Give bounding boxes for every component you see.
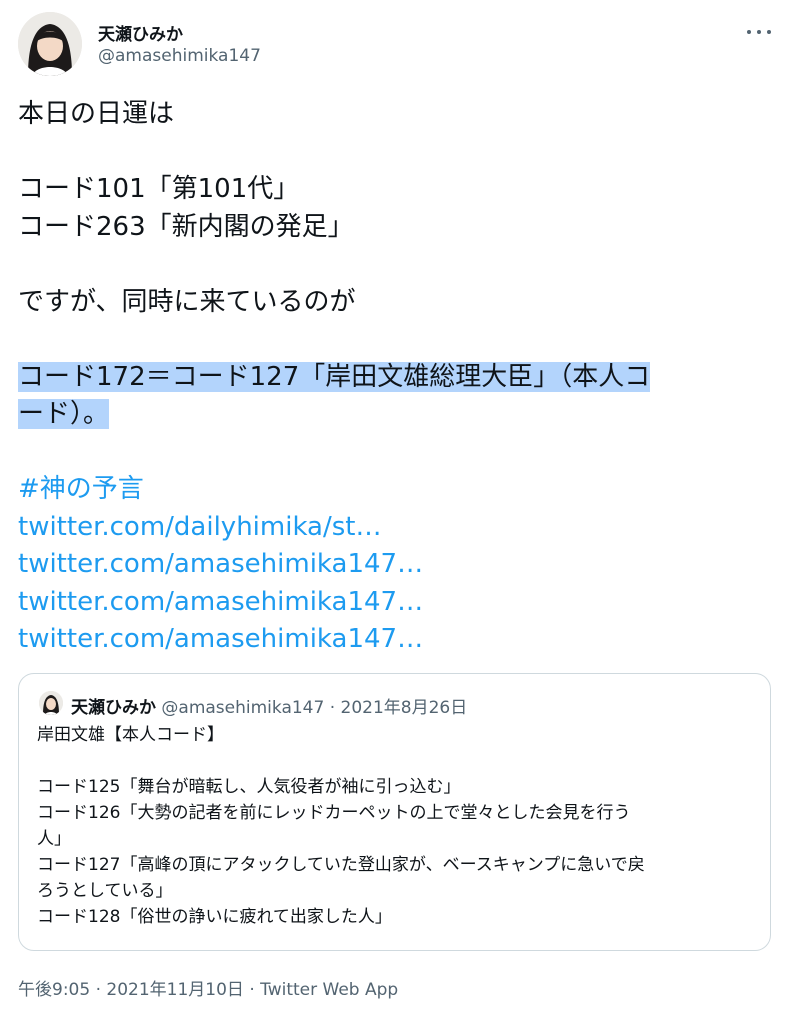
tweet-line: ですが、同時に来ているのが — [18, 286, 356, 317]
hashtag-link[interactable]: #神の予言 — [18, 474, 144, 504]
tweet-header: 天瀬ひみか @amasehimika147 — [18, 12, 776, 78]
tweet-line: 本日の日運は — [18, 99, 175, 129]
highlighted-text: コード172＝コード127「岸田文雄総理大臣」（本人コ — [18, 361, 651, 392]
quoted-tweet-card[interactable]: 天瀬ひみか @amasehimika147 · 2021年8月26日 岸田文雄【… — [18, 673, 771, 951]
author-avatar[interactable] — [18, 12, 82, 76]
tweet-link[interactable]: twitter.com/amasehimika147… — [18, 549, 423, 579]
tweet-footer: 午後9:05 · 2021年11月10日 · Twitter Web App — [18, 975, 398, 1000]
quote-author-name[interactable]: 天瀬ひみか — [71, 698, 156, 718]
quote-text: 岸田文雄【本人コード】 コード125「舞台が暗転し、人気役者が袖に引っ込む」 コ… — [37, 722, 757, 930]
tweet-link[interactable]: twitter.com/dailyhimika/st… — [18, 512, 381, 542]
tweet-text: 本日の日運は コード101「第101代」 コード263「新内閣の発足」 ですが、… — [18, 96, 778, 659]
quote-line: ろうとしている」 — [37, 881, 173, 901]
tweet-line: コード101「第101代」 — [18, 174, 300, 204]
author-name[interactable]: 天瀬ひみか — [98, 20, 183, 45]
tweet-link[interactable]: twitter.com/amasehimika147… — [18, 624, 423, 654]
tweet-line: コード263「新内閣の発足」 — [18, 211, 354, 242]
more-options-icon[interactable] — [744, 22, 774, 42]
author-handle[interactable]: @amasehimika147 — [98, 46, 261, 66]
quote-line: 岸田文雄【本人コード】 — [37, 725, 224, 745]
quote-handle-date: @amasehimika147 · 2021年8月26日 — [161, 698, 468, 718]
tweet-source[interactable]: Twitter Web App — [260, 980, 398, 1000]
tweet-link[interactable]: twitter.com/amasehimika147… — [18, 587, 423, 617]
highlighted-text: ード）。 — [18, 399, 110, 429]
quote-line: コード127「高峰の頂にアタックしていた登山家が、ベースキャンプに急いで戻 — [37, 855, 645, 875]
tweet-timestamp[interactable]: 午後9:05 · 2021年11月10日 · — [18, 980, 260, 1000]
quote-line: 人」 — [37, 829, 71, 849]
quote-author-avatar[interactable] — [39, 691, 63, 715]
quote-meta: 天瀬ひみか @amasehimika147 · 2021年8月26日 — [71, 693, 467, 718]
quote-line: コード126「大勢の記者を前にレッドカーペットの上で堂々とした会見を行う — [37, 803, 631, 823]
quote-line: コード128「俗世の諍いに疲れて出家した人」 — [37, 907, 392, 927]
quote-line: コード125「舞台が暗転し、人気役者が袖に引っ込む」 — [37, 777, 461, 797]
